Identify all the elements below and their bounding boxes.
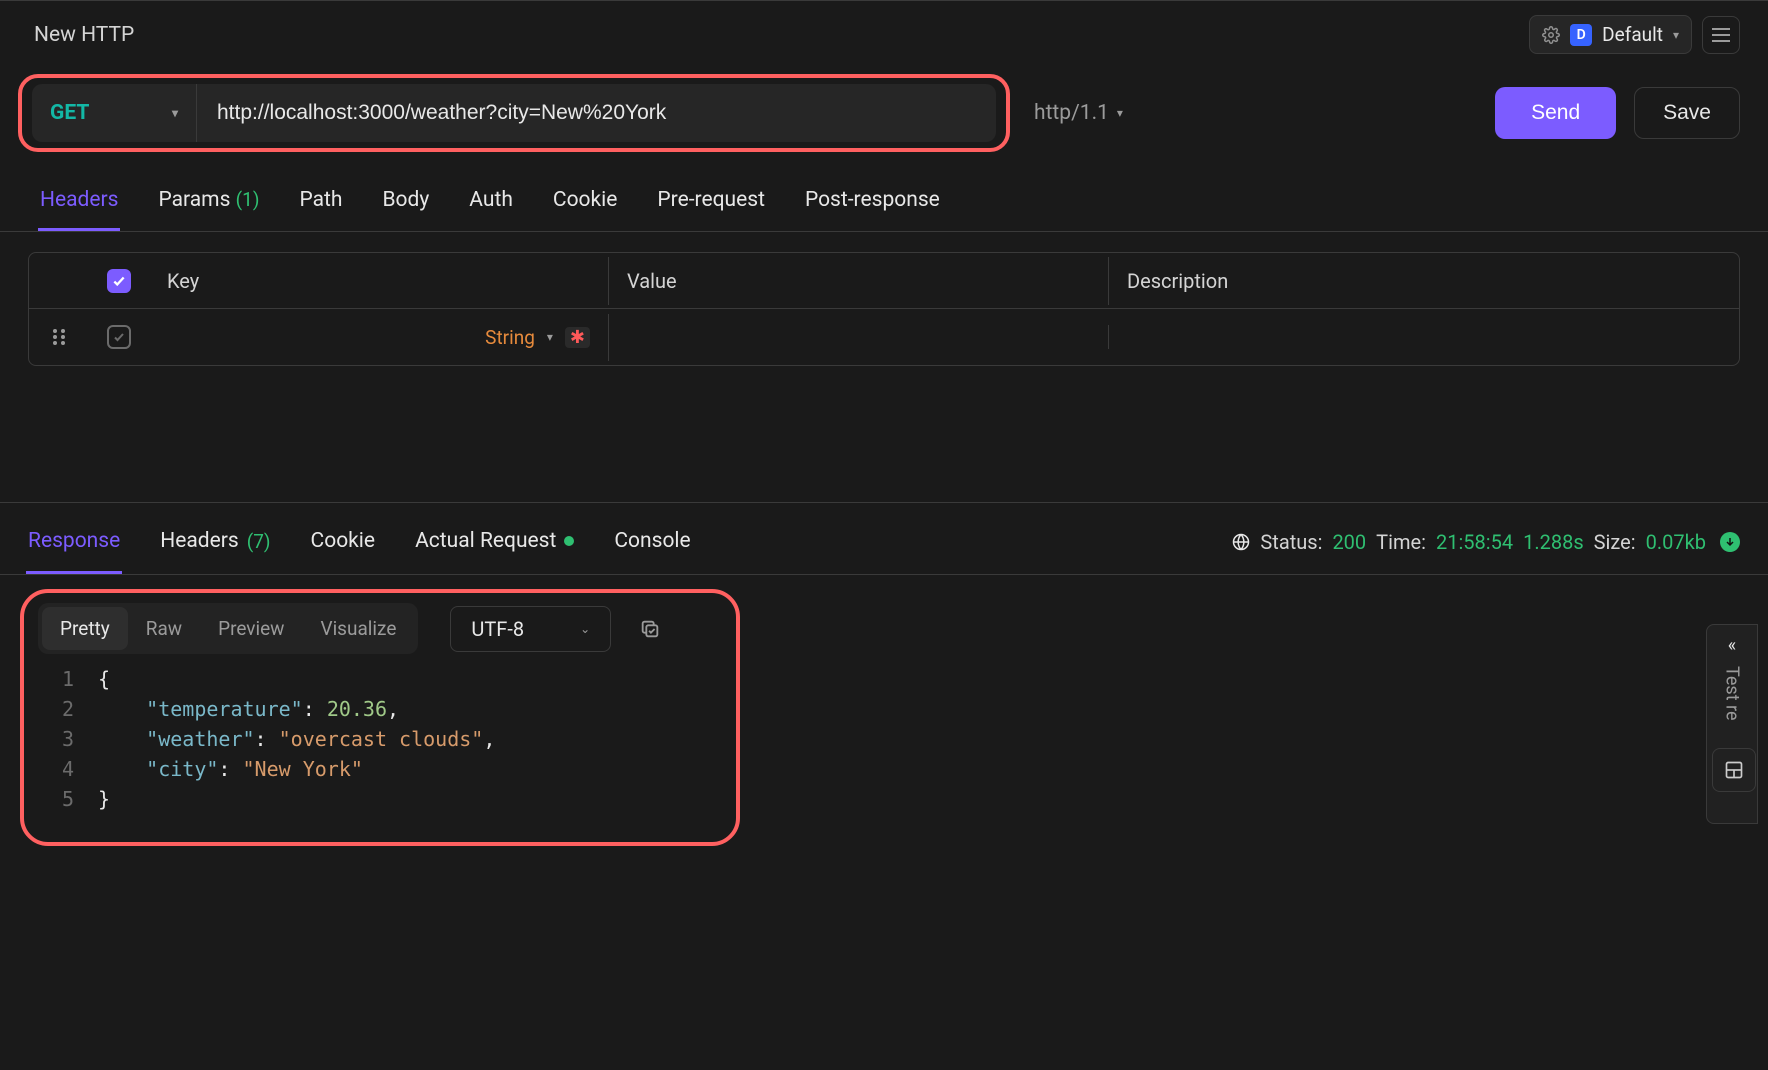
response-section: Response Headers (7) Cookie Actual Reque… — [0, 502, 1768, 846]
save-button[interactable]: Save — [1634, 87, 1740, 139]
checkbox-row[interactable] — [107, 325, 131, 349]
tab-auth[interactable]: Auth — [467, 178, 515, 231]
col-key: Key — [149, 257, 609, 305]
resp-tab-cookie[interactable]: Cookie — [309, 523, 378, 574]
params-count: (1) — [236, 188, 260, 211]
http-method-select[interactable]: GET ▾ — [32, 84, 197, 142]
chevron-down-icon: ▾ — [172, 106, 178, 120]
globe-icon — [1232, 533, 1250, 551]
view-tab-raw[interactable]: Raw — [128, 607, 200, 650]
time-clock: 21:58:54 — [1436, 530, 1513, 554]
checkbox-all[interactable] — [107, 269, 131, 293]
topbar: New HTTP D Default ▾ — [0, 0, 1768, 62]
response-size: 0.07kb — [1646, 530, 1706, 554]
resp-tab-actual[interactable]: Actual Request — [413, 523, 576, 574]
tab-body[interactable]: Body — [380, 178, 431, 231]
request-row: GET ▾ http/1.1 ▾ Send Save — [0, 62, 1768, 170]
tab-path[interactable]: Path — [297, 178, 344, 231]
response-stats: Status: 200 Time: 21:58:54 1.288s Size: … — [1232, 530, 1740, 568]
gear-icon — [1542, 26, 1560, 44]
tab-cookie[interactable]: Cookie — [551, 178, 620, 231]
tab-postresponse[interactable]: Post-response — [803, 178, 942, 231]
time-duration: 1.288s — [1523, 530, 1584, 554]
tab-prerequest[interactable]: Pre-request — [655, 178, 767, 231]
response-code-area[interactable]: 1{ 2 "temperature": 20.36, 3 "weather": … — [38, 664, 722, 814]
status-code: 200 — [1332, 530, 1366, 554]
layout-button[interactable] — [1712, 748, 1756, 792]
http-method-value: GET — [50, 101, 89, 125]
page-title: New HTTP — [34, 23, 134, 47]
menu-button[interactable] — [1702, 16, 1740, 54]
dot-icon — [564, 536, 574, 546]
chevron-down-icon: ⌄ — [580, 622, 590, 636]
chevron-down-icon: ▾ — [1673, 28, 1679, 42]
layout-icon — [1724, 760, 1744, 780]
tab-params[interactable]: Params (1) — [156, 178, 261, 231]
resp-tab-response[interactable]: Response — [26, 523, 122, 574]
side-panel-label: Test re — [1722, 666, 1743, 721]
request-tabs: Headers Params (1) Path Body Auth Cookie… — [0, 170, 1768, 232]
environment-selector[interactable]: D Default ▾ — [1529, 15, 1692, 54]
tab-headers[interactable]: Headers — [38, 178, 120, 231]
view-tab-visualize[interactable]: Visualize — [302, 607, 414, 650]
url-input[interactable] — [197, 84, 996, 142]
view-tab-pretty[interactable]: Pretty — [42, 607, 128, 650]
protocol-select[interactable]: http/1.1 ▾ — [1034, 101, 1123, 125]
encoding-select[interactable]: UTF-8 ⌄ — [450, 606, 611, 652]
drag-handle-icon[interactable] — [29, 316, 89, 358]
view-tab-preview[interactable]: Preview — [200, 607, 302, 650]
headers-count: (7) — [247, 530, 271, 553]
download-icon[interactable] — [1720, 532, 1740, 552]
chevron-down-icon: ▾ — [1117, 106, 1123, 120]
resp-tab-console[interactable]: Console — [612, 523, 692, 574]
environment-label: Default — [1602, 23, 1663, 46]
required-icon: ✱ — [565, 327, 590, 348]
col-description: Description — [1109, 257, 1739, 305]
col-value: Value — [609, 257, 1109, 305]
response-tabs: Response Headers (7) Cookie Actual Reque… — [0, 503, 1768, 575]
send-button[interactable]: Send — [1495, 87, 1616, 139]
environment-badge: D — [1570, 24, 1592, 46]
url-box-highlight: GET ▾ — [18, 74, 1010, 152]
protocol-value: http/1.1 — [1034, 101, 1109, 125]
chevron-down-icon: ▾ — [547, 330, 553, 344]
collapse-icon[interactable]: « — [1728, 635, 1736, 656]
headers-table: Key Value Description String ▾ ✱ — [28, 252, 1740, 366]
view-tabs: Pretty Raw Preview Visualize UTF-8 ⌄ — [38, 603, 722, 654]
table-row[interactable]: String ▾ ✱ — [29, 309, 1739, 365]
type-select[interactable]: String ▾ ✱ — [485, 326, 590, 349]
side-panel[interactable]: « Test re — [1706, 624, 1758, 824]
response-body-highlight: Pretty Raw Preview Visualize UTF-8 ⌄ 1{ … — [20, 589, 740, 846]
copy-icon[interactable] — [639, 618, 661, 640]
table-header-row: Key Value Description — [29, 253, 1739, 309]
resp-tab-headers[interactable]: Headers (7) — [158, 523, 272, 574]
